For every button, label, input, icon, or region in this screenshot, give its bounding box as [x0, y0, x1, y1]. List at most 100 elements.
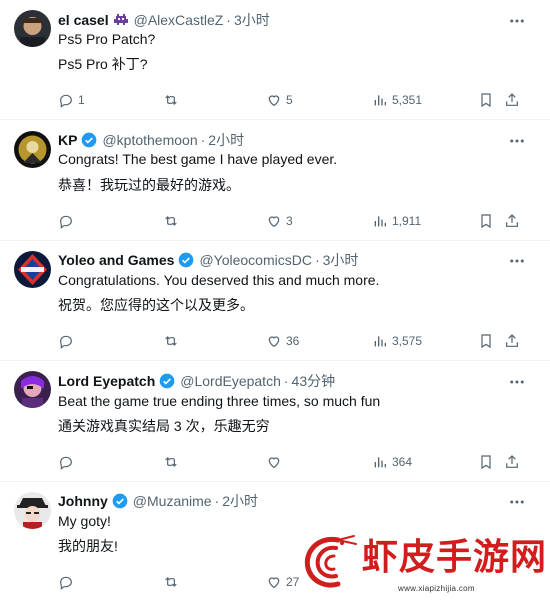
- repost-button[interactable]: [163, 452, 183, 472]
- timestamp[interactable]: 2小时: [222, 491, 258, 511]
- alien-invader-emoji-icon: [113, 12, 129, 28]
- share-icon: [506, 214, 518, 227]
- like-count: 36: [286, 334, 300, 348]
- more-options-icon[interactable]: [508, 252, 526, 270]
- repost-icon: [165, 216, 177, 226]
- bookmark-button[interactable]: [478, 90, 494, 110]
- repost-icon: [165, 95, 177, 105]
- action-bar: 36 3,575: [52, 331, 524, 351]
- reply-item[interactable]: Yoleo and Games @YoleocomicsDC · 3小时 Con…: [0, 241, 550, 361]
- reply-button[interactable]: [58, 331, 78, 351]
- watermark-url: www.xiapizhijia.com: [398, 584, 475, 593]
- reply-translation: Ps5 Pro 补丁?: [58, 56, 148, 72]
- reply-item[interactable]: el casel @AlexCastleZ · 3小时 Ps5 Pro Patc…: [0, 0, 550, 120]
- heart-icon: [268, 336, 280, 348]
- reply-count: 1: [78, 93, 85, 107]
- display-name[interactable]: Johnny: [58, 493, 108, 509]
- reply-text: Beat the game true ending three times, s…: [58, 393, 381, 409]
- user-handle[interactable]: @AlexCastleZ: [134, 12, 224, 28]
- like-button[interactable]: 36: [266, 331, 299, 351]
- views-count: 5,351: [392, 93, 423, 107]
- user-handle[interactable]: @LordEyepatch: [180, 373, 281, 389]
- reply-icon: [60, 576, 72, 590]
- reply-text: Congratulations. You deserved this and m…: [58, 272, 380, 288]
- views-chart-icon: [374, 216, 386, 227]
- avatar[interactable]: [14, 371, 51, 408]
- verified-badge-icon: [159, 373, 175, 389]
- bookmark-icon: [481, 214, 491, 229]
- timestamp[interactable]: 2小时: [208, 130, 244, 150]
- display-name[interactable]: Yoleo and Games: [58, 252, 174, 268]
- bookmark-icon: [481, 455, 491, 470]
- repost-button[interactable]: [163, 331, 183, 351]
- views-button[interactable]: 364: [372, 452, 412, 472]
- separator-dot: ·: [214, 493, 220, 509]
- heart-icon: [268, 95, 280, 107]
- more-options-icon[interactable]: [508, 373, 526, 391]
- like-button[interactable]: 27: [266, 572, 299, 592]
- display-name[interactable]: Lord Eyepatch: [58, 373, 155, 389]
- user-handle[interactable]: @kptothemoon: [102, 132, 197, 148]
- avatar[interactable]: [14, 131, 51, 168]
- display-name[interactable]: KP: [58, 132, 77, 148]
- like-button[interactable]: 5: [266, 90, 293, 110]
- repost-icon: [165, 457, 177, 467]
- reply-item[interactable]: Lord Eyepatch @LordEyepatch · 43分钟 Beat …: [0, 361, 550, 482]
- like-button[interactable]: [266, 452, 286, 472]
- share-button[interactable]: [504, 211, 520, 231]
- more-options-icon[interactable]: [508, 132, 526, 150]
- views-count: 364: [392, 455, 413, 469]
- avatar[interactable]: [14, 10, 51, 47]
- action-bar: 3 1,911: [52, 211, 524, 231]
- reply-button[interactable]: [58, 572, 78, 592]
- bookmark-button[interactable]: [478, 331, 494, 351]
- verified-badge-icon: [178, 252, 194, 268]
- repost-button[interactable]: [163, 90, 183, 110]
- reply-translation: 通关游戏真实结局 3 次，乐趣无穷: [58, 418, 270, 434]
- reply-button[interactable]: 1: [58, 90, 85, 110]
- share-button[interactable]: [504, 90, 520, 110]
- reply-icon: [60, 335, 72, 349]
- timestamp[interactable]: 3小时: [234, 10, 270, 30]
- views-button[interactable]: 5,351: [372, 90, 422, 110]
- reply-translation: 恭喜！我玩过的最好的游戏。: [58, 177, 240, 193]
- share-button[interactable]: [504, 452, 520, 472]
- views-count: 1,911: [392, 214, 422, 228]
- repost-button[interactable]: [163, 211, 183, 231]
- timestamp[interactable]: 43分钟: [292, 371, 336, 391]
- more-options-icon[interactable]: [508, 12, 526, 30]
- shrimp-logo-icon: [304, 535, 357, 588]
- verified-badge-icon: [81, 132, 97, 148]
- heart-icon: [268, 577, 280, 589]
- avatar[interactable]: [14, 251, 51, 288]
- reply-item[interactable]: KP @kptothemoon · 2小时 Congrats! The best…: [0, 120, 550, 241]
- reply-header: Yoleo and Games @YoleocomicsDC · 3小时: [58, 250, 510, 270]
- bookmark-button[interactable]: [478, 452, 494, 472]
- separator-dot: ·: [200, 132, 206, 148]
- user-handle[interactable]: @YoleocomicsDC: [199, 252, 312, 268]
- views-button[interactable]: 3,575: [372, 331, 422, 351]
- reply-header: KP @kptothemoon · 2小时: [58, 130, 510, 150]
- timestamp[interactable]: 3小时: [323, 250, 359, 270]
- reply-button[interactable]: [58, 452, 78, 472]
- views-button[interactable]: 1,911: [372, 211, 421, 231]
- reply-button[interactable]: [58, 211, 78, 231]
- bookmark-icon: [481, 334, 491, 349]
- heart-icon: [268, 216, 280, 228]
- more-options-icon[interactable]: [508, 493, 526, 511]
- reply-icon: [60, 456, 72, 470]
- repost-button[interactable]: [163, 572, 183, 592]
- reply-icon: [60, 215, 72, 229]
- share-icon: [506, 455, 518, 468]
- watermark-text: 虾皮手游网: [362, 537, 548, 578]
- views-chart-icon: [374, 457, 386, 468]
- share-button[interactable]: [504, 331, 520, 351]
- share-icon: [506, 334, 518, 347]
- reply-icon: [60, 94, 72, 108]
- user-handle[interactable]: @Muzanime: [133, 493, 212, 509]
- bookmark-button[interactable]: [478, 211, 494, 231]
- display-name[interactable]: el casel: [58, 12, 109, 28]
- like-button[interactable]: 3: [266, 211, 293, 231]
- avatar[interactable]: [14, 492, 51, 529]
- reply-header: Lord Eyepatch @LordEyepatch · 43分钟: [58, 371, 510, 391]
